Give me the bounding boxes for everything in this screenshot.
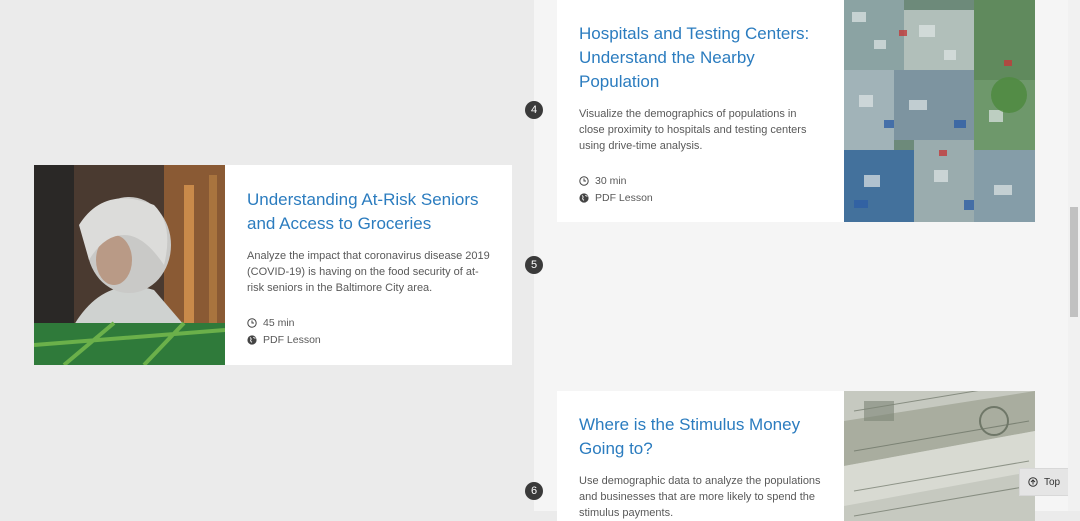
lesson-description: Visualize the demographics of population…: [579, 108, 807, 152]
lesson-type: PDF Lesson: [263, 333, 321, 346]
globe-icon: [579, 192, 589, 203]
dollar-bill-photo[interactable]: [844, 391, 1035, 521]
lesson-card-seniors[interactable]: Understanding At-Risk Seniors and Access…: [225, 165, 512, 365]
lesson-title[interactable]: Understanding At-Risk Seniors and Access…: [247, 188, 490, 236]
lesson-card-stimulus[interactable]: Where is the Stimulus Money Going to? Us…: [557, 391, 844, 521]
lesson-type: PDF Lesson: [595, 191, 653, 204]
lesson-description: Analyze the impact that coronavirus dise…: [247, 250, 490, 294]
scrollbar-thumb[interactable]: [1070, 207, 1078, 317]
page-scrollbar[interactable]: [1068, 0, 1080, 511]
lesson-meta: 30 min PDF Lesson: [579, 172, 822, 206]
lesson-meta: 45 min PDF Lesson: [247, 314, 490, 348]
lesson-title[interactable]: Hospitals and Testing Centers: Understan…: [579, 22, 822, 94]
lesson-duration: 30 min: [595, 174, 627, 187]
lesson-title[interactable]: Where is the Stimulus Money Going to?: [579, 413, 822, 461]
lesson-description: Use demographic data to analyze the popu…: [579, 475, 821, 519]
clock-icon: [579, 175, 589, 186]
clock-icon: [247, 317, 257, 328]
back-to-top-label: Top: [1043, 476, 1061, 488]
step-badge-4: 4: [525, 101, 543, 119]
lesson-card-hospitals[interactable]: Hospitals and Testing Centers: Understan…: [557, 0, 844, 222]
globe-icon: [247, 334, 257, 345]
aerial-city-photo[interactable]: [844, 0, 1035, 222]
step-badge-5: 5: [525, 256, 543, 274]
lesson-duration: 45 min: [263, 316, 295, 329]
back-to-top-button[interactable]: Top: [1019, 468, 1069, 496]
arrow-up-circle-icon: [1028, 477, 1038, 487]
senior-man-photo[interactable]: [34, 165, 225, 365]
step-badge-6: 6: [525, 482, 543, 500]
